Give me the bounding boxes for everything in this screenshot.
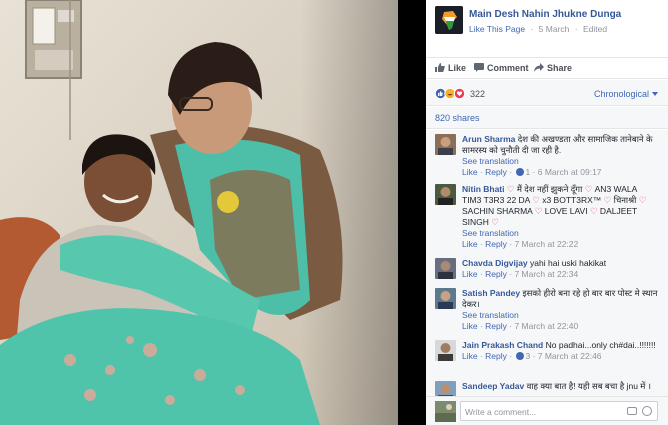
page-avatar[interactable] [435,6,463,34]
comment-reply-link[interactable]: Reply [485,269,507,279]
avatar[interactable] [435,340,456,361]
see-translation-link[interactable]: See translation [462,228,658,239]
comment-reply-link[interactable]: Reply [485,239,507,249]
shares-count-link[interactable]: 820 shares [435,113,480,123]
reactions-row: 322 Chronological [426,80,668,106]
post-date[interactable]: 5 March [539,24,570,34]
comment-text: SACHIN SHARMA [462,206,535,216]
share-arrow-icon [534,63,544,72]
comment-input[interactable] [465,405,615,418]
meta-separator: · [574,24,578,34]
comment-text: yahi hai uski hakikat [530,258,607,268]
comment-time[interactable]: 7 March at 22:40 [514,321,578,331]
share-label: Share [547,63,573,73]
comment-text: वाह क्या बात है! यही सब बचा है jnu में । [526,381,651,391]
comment-like-count[interactable]: 3 [525,351,530,361]
comment-like-link[interactable]: Like [462,269,478,279]
heart-icon: ♡ [491,217,499,227]
post-actions-bar: Like Comment Share [426,57,668,79]
comment-text: चिनाश्री [611,195,639,205]
comment-author[interactable]: Satish Pandey [462,288,520,298]
avatar [435,401,456,422]
like-button[interactable]: Like [435,63,466,73]
see-translation-link[interactable]: See translation [462,156,658,167]
edited-label[interactable]: Edited [583,24,607,34]
comment-footer: Like · Reply · 1 · 6 March at 09:17 [462,167,602,177]
comment-time[interactable]: 6 March at 09:17 [538,167,602,177]
reaction-count[interactable]: 322 [470,89,485,99]
see-translation-link[interactable]: See translation [462,310,658,321]
lightbox-background [398,0,426,425]
comment-author[interactable]: Sandeep Yadav [462,381,524,391]
heart-icon: ♡ [506,184,515,194]
comment-text: मैं देश नहीं झुकने दूँगा [514,184,585,194]
comment-time[interactable]: 7 March at 22:34 [514,269,578,279]
comment-reply-link[interactable]: Reply [485,167,507,177]
post-header: Main Desh Nahin Jhukne Dunga Like This P… [426,0,668,50]
comment-like-link[interactable]: Like [462,167,478,177]
heart-icon: ♡ [589,206,598,216]
comment-like-link[interactable]: Like [462,239,478,249]
avatar[interactable] [435,288,456,309]
comment-footer: Like · Reply · 7 March at 22:34 [462,269,579,279]
photo-illustration [0,0,398,425]
comment-time[interactable]: 7 March at 22:46 [538,351,602,361]
camera-icon[interactable] [627,407,637,415]
post-meta: Like This Page · 5 March · Edited [469,24,610,34]
share-button[interactable]: Share [534,63,572,73]
comment-footer: Like · Reply · 7 March at 22:22 [462,239,579,249]
comment-author[interactable]: Jain Prakash Chand [462,340,543,350]
comment-label: Comment [487,63,529,73]
sort-label: Chronological [593,89,649,99]
comment-like-link[interactable]: Like [462,321,478,331]
thumbs-up-icon [435,63,445,72]
comment-sort-dropdown[interactable]: Chronological [594,89,658,99]
reactions-icons[interactable] [435,88,469,99]
shares-row: 820 shares [426,107,668,129]
comment-footer: Like · Reply · 3 · 7 March at 22:46 [462,351,602,361]
avatar[interactable] [435,258,456,279]
like-label: Like [448,63,467,73]
comment-bubble-icon [474,63,484,72]
comment-reply-link[interactable]: Reply [485,351,507,361]
post-side-panel: Main Desh Nahin Jhukne Dunga Like This P… [426,0,668,425]
comment-author[interactable]: Nitin Bhati [462,184,505,194]
post-photo[interactable] [0,0,398,425]
comments-list: Arun Sharma देश की अखण्डता और सामाजिक ता… [426,130,668,396]
comment-author[interactable]: Chavda Digvijay [462,258,528,268]
comment-like-count[interactable]: 1 [525,167,530,177]
avatar[interactable] [435,381,456,396]
haha-reaction-icon [444,88,456,99]
comment-button[interactable]: Comment [474,63,529,73]
heart-icon: ♡ [638,195,647,205]
comment-input-box[interactable] [460,401,658,421]
meta-separator: · [530,24,534,34]
comment-text: No padhai...only ch#dai..!!!!!!! [545,340,656,350]
heart-icon: ♡ [532,195,540,205]
emoji-icon[interactable] [642,406,652,416]
comment-time[interactable]: 7 March at 22:22 [514,239,578,249]
avatar[interactable] [435,134,456,155]
page-name-link[interactable]: Main Desh Nahin Jhukne Dunga [469,9,621,20]
comment-reply-link[interactable]: Reply [485,321,507,331]
like-reaction-icon [516,168,525,176]
comment-text: x3 BOTT3RX™ [539,195,604,205]
write-comment-bar [426,396,668,425]
comment-like-link[interactable]: Like [462,351,478,361]
india-map-icon [435,6,463,34]
chevron-down-icon [652,92,658,96]
comment-footer: Like · Reply · 7 March at 22:40 [462,321,579,331]
comment-text: LOVE LAVI [542,206,590,216]
like-page-link[interactable]: Like This Page [469,24,525,34]
comment-author[interactable]: Arun Sharma [462,134,515,144]
like-reaction-icon [516,352,525,360]
avatar[interactable] [435,184,456,205]
